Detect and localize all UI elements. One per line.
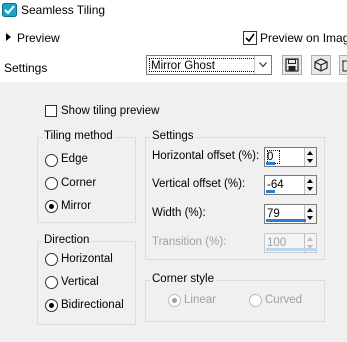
- horizontal-offset-label: Horizontal offset (%):: [152, 150, 260, 162]
- width-level-bar[interactable]: [266, 219, 306, 222]
- horizontal-offset-level-bar[interactable]: [266, 162, 275, 165]
- preview-toggle-label[interactable]: Preview: [17, 31, 60, 45]
- vertical-offset-stepper[interactable]: [304, 176, 316, 194]
- window-title: Seamless Tiling: [21, 3, 106, 17]
- transition-level-bar: [266, 248, 317, 251]
- transition-spinner: 100: [264, 233, 317, 253]
- preview-on-image-checkbox[interactable]: [243, 31, 257, 45]
- corner-curved-label: Curved: [265, 294, 303, 306]
- direction-title: Direction: [42, 234, 92, 246]
- delete-preset-button[interactable]: [339, 55, 347, 75]
- corner-curved-radio: [249, 294, 262, 307]
- direction-bidirectional-label[interactable]: Bidirectional: [61, 299, 124, 311]
- tiling-edge-radio[interactable]: [45, 154, 58, 167]
- direction-vertical-label[interactable]: Vertical: [61, 276, 99, 288]
- direction-bidirectional-radio[interactable]: [45, 299, 58, 312]
- transition-label: Transition (%):: [152, 236, 227, 248]
- show-tiling-preview-label[interactable]: Show tiling preview: [61, 105, 159, 117]
- save-icon: [285, 58, 299, 72]
- vertical-offset-level-bar[interactable]: [266, 190, 275, 193]
- corner-linear-label: Linear: [184, 294, 216, 306]
- tiling-mirror-label[interactable]: Mirror: [61, 200, 91, 212]
- save-preset-button[interactable]: [282, 55, 302, 75]
- tiling-mirror-radio[interactable]: [45, 200, 58, 213]
- resource-manager-button[interactable]: [311, 55, 331, 75]
- horizontal-offset-spinner[interactable]: 0: [264, 147, 317, 167]
- horizontal-offset-stepper[interactable]: [304, 148, 316, 166]
- preset-value: Mirror Ghost: [149, 58, 256, 72]
- tiling-corner-label[interactable]: Corner: [61, 177, 96, 189]
- corner-style-title: Corner style: [150, 273, 216, 285]
- tiling-edge-label[interactable]: Edge: [61, 153, 88, 165]
- cube-icon: [314, 58, 328, 72]
- corner-linear-radio: [168, 294, 181, 307]
- tiling-corner-radio[interactable]: [45, 177, 58, 190]
- vertical-offset-label: Vertical offset (%):: [152, 178, 246, 190]
- settings-group-title: Settings: [150, 130, 196, 142]
- width-spinner[interactable]: 79: [264, 204, 317, 224]
- vertical-offset-spinner[interactable]: -64: [264, 175, 317, 195]
- direction-horizontal-radio[interactable]: [45, 253, 58, 266]
- show-tiling-preview-checkbox[interactable]: [45, 105, 57, 117]
- seamless-tiling-app-icon: [2, 3, 17, 17]
- dropdown-arrow-icon[interactable]: [254, 56, 271, 74]
- direction-horizontal-label[interactable]: Horizontal: [61, 253, 113, 265]
- width-label: Width (%):: [152, 207, 206, 219]
- preview-on-image-label[interactable]: Preview on Image: [260, 31, 347, 45]
- delete-icon: [342, 60, 347, 72]
- settings-label: Settings: [4, 61, 48, 75]
- expand-arrow-icon[interactable]: [6, 33, 11, 41]
- tiling-method-title: Tiling method: [42, 130, 115, 142]
- checkmark-icon: [245, 33, 255, 43]
- direction-vertical-radio[interactable]: [45, 276, 58, 289]
- preset-dropdown[interactable]: Mirror Ghost: [146, 55, 272, 75]
